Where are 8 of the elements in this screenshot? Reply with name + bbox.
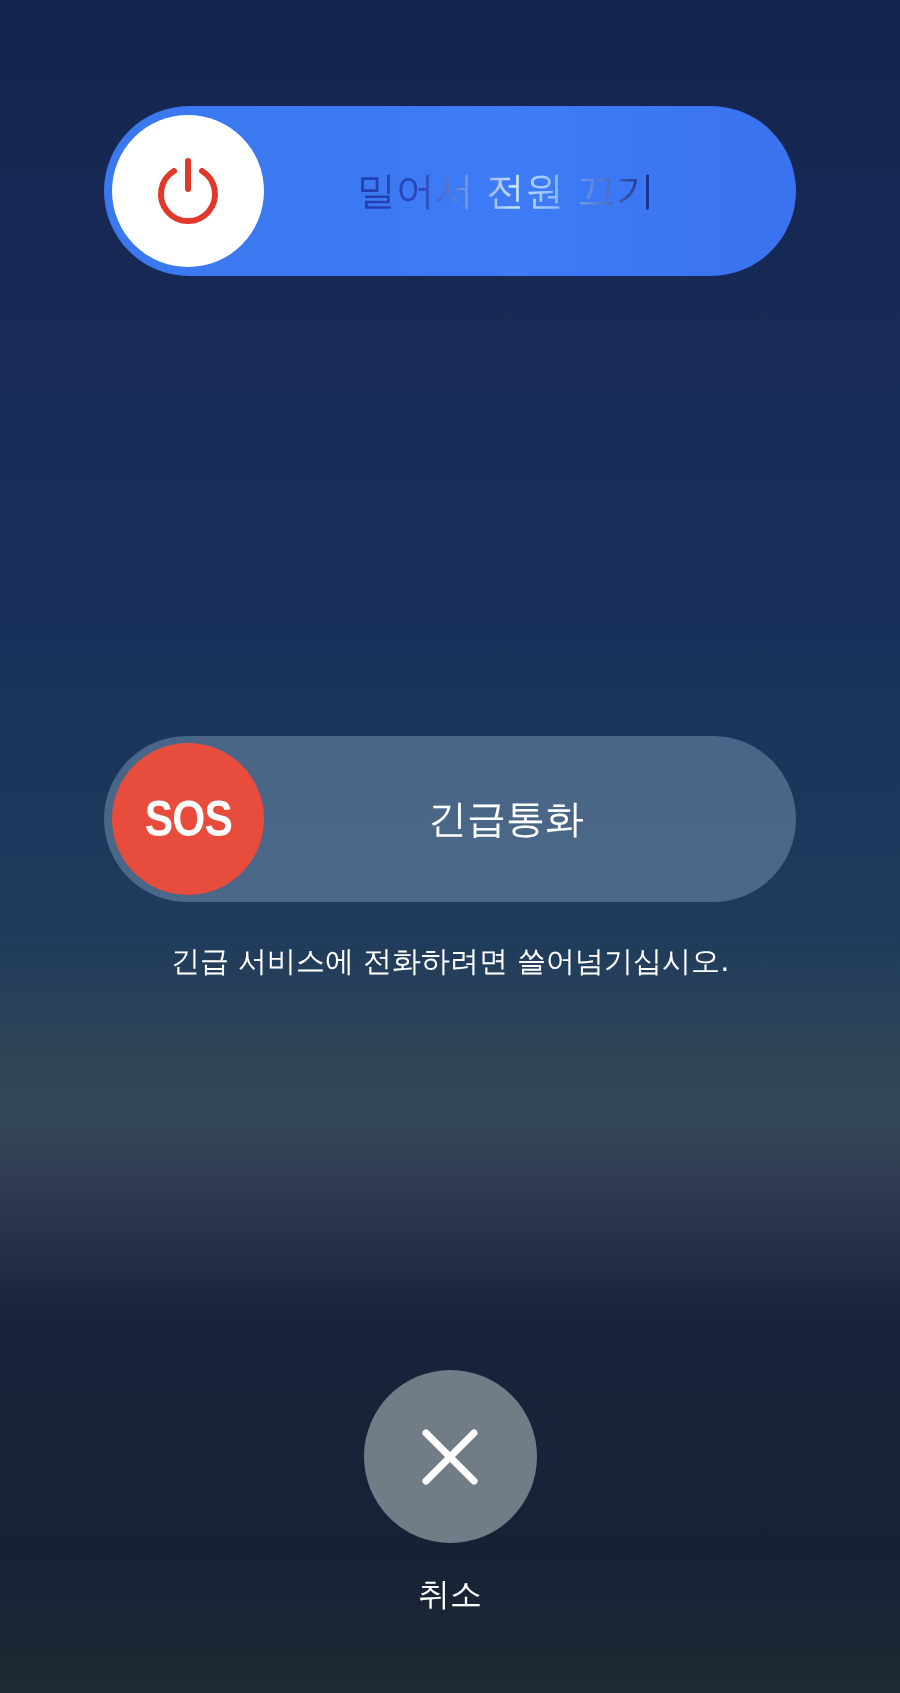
- power-off-slider[interactable]: 밀어서 전원 끄기: [104, 106, 796, 276]
- sos-knob[interactable]: SOS: [112, 743, 264, 895]
- cancel-label: 취소: [418, 1574, 482, 1615]
- sos-label: SOS: [144, 790, 232, 848]
- emergency-call-slider[interactable]: SOS 긴급통화: [104, 736, 796, 902]
- close-icon: [421, 1427, 479, 1486]
- emergency-hint: 긴급 서비스에 전화하려면 쓸어넘기십시오.: [170, 943, 730, 980]
- slider-label: 긴급통화: [427, 795, 585, 843]
